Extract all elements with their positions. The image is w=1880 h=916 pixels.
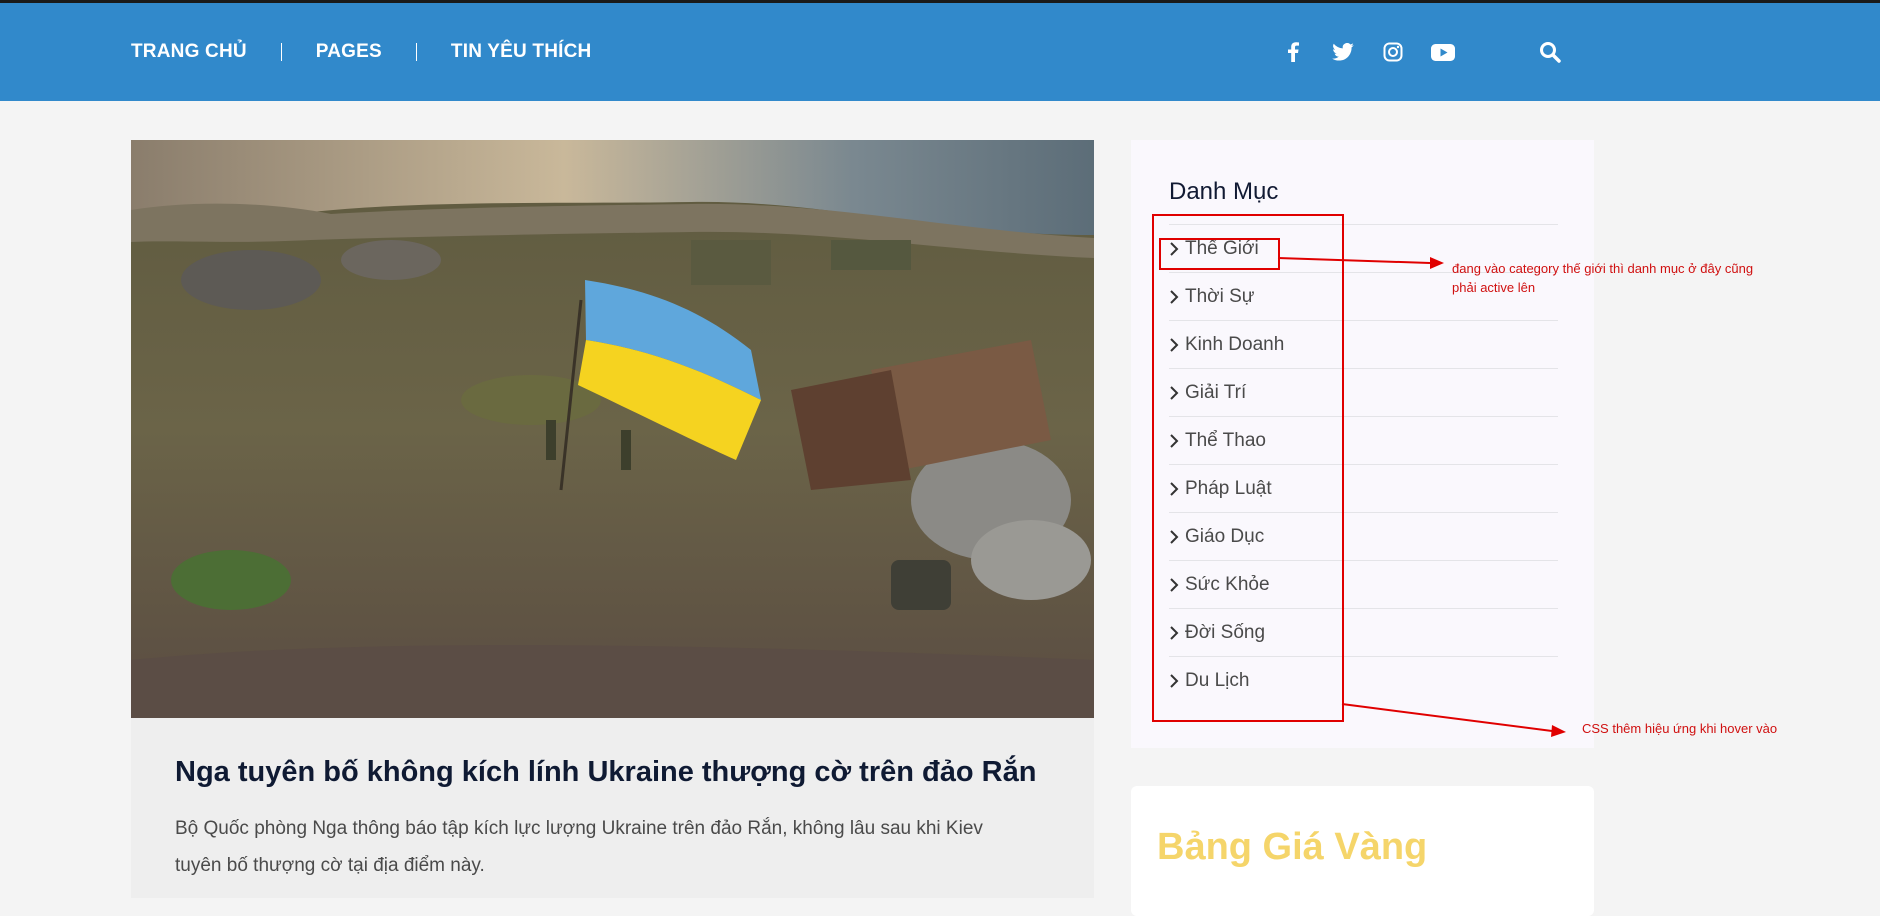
nav-link-pages[interactable]: PAGES (316, 41, 382, 63)
post-card: Nga tuyên bố không kích lính Ukraine thư… (131, 718, 1094, 898)
annotation-note-hover: CSS thêm hiệu ứng khi hover vào (1582, 721, 1778, 736)
nav-separator (280, 43, 282, 61)
post-image[interactable] (131, 140, 1094, 718)
nav-separator (415, 43, 417, 61)
annotation-note-active: đang vào category thế giới thì danh mục … (1452, 261, 1754, 295)
gold-price-title: Bảng Giá Vàng (1157, 826, 1428, 868)
gold-price-widget: Bảng Giá Vàng (1131, 786, 1594, 916)
instagram-icon[interactable] (1368, 32, 1418, 72)
facebook-icon[interactable] (1268, 32, 1318, 72)
nav-link-home[interactable]: TRANG CHỦ (131, 41, 247, 63)
nav-link-favorites[interactable]: TIN YÊU THÍCH (451, 41, 592, 63)
twitter-icon[interactable] (1318, 32, 1368, 72)
nav-menu: TRANG CHỦ PAGES TIN YÊU THÍCH (131, 3, 591, 101)
post-excerpt: Bộ Quốc phòng Nga thông báo tập kích lực… (175, 818, 983, 876)
post-title[interactable]: Nga tuyên bố không kích lính Ukraine thư… (175, 756, 1036, 789)
annotation-box-active-item (1159, 238, 1280, 270)
annotation-box-category-list (1152, 214, 1344, 722)
search-icon[interactable] (1530, 32, 1570, 72)
social-icons (1268, 3, 1468, 101)
navbar: TRANG CHỦ PAGES TIN YÊU THÍCH (0, 3, 1880, 101)
category-widget-title: Danh Mục (1169, 178, 1279, 205)
youtube-icon[interactable] (1418, 32, 1468, 72)
